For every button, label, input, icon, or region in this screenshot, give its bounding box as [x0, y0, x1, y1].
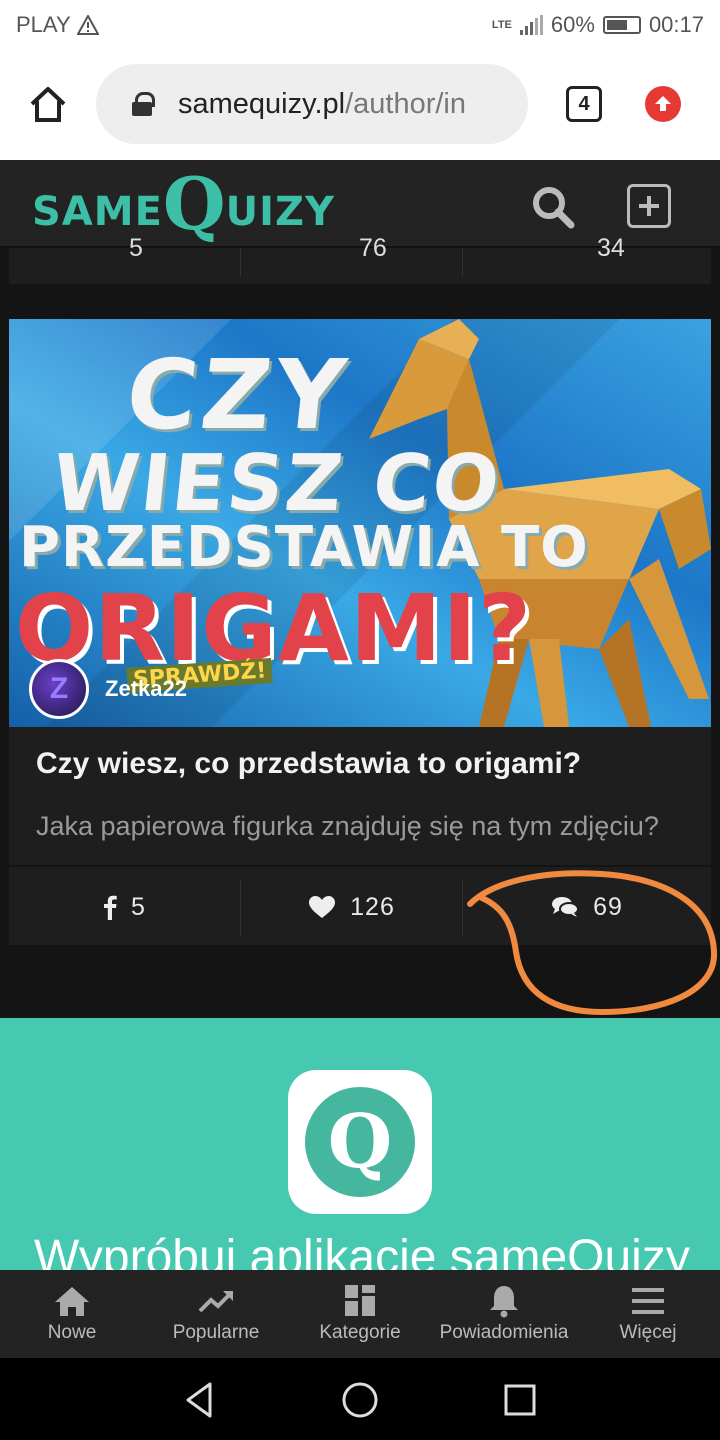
- url-bar[interactable]: samequizy.pl/author/in: [96, 64, 528, 144]
- network-label: LTE: [491, 19, 512, 31]
- carrier-label: PLAY: [16, 12, 71, 37]
- thumb-text-line3: PRZEDSTAWIA TO: [19, 515, 589, 580]
- nav-item-wiecej[interactable]: Więcej: [576, 1270, 720, 1358]
- like-button[interactable]: 126: [241, 879, 463, 935]
- status-right: LTE 60% 00:17: [492, 12, 704, 38]
- quiz-card[interactable]: CZY WIESZ CO PRZEDSTAWIA TO ORIGAMI? SPR…: [9, 319, 711, 945]
- comments-button[interactable]: 69: [463, 879, 711, 935]
- quiz-thumbnail[interactable]: CZY WIESZ CO PRZEDSTAWIA TO ORIGAMI? SPR…: [9, 319, 711, 727]
- quiz-stats: 5 126 69: [9, 865, 711, 945]
- app-icon-letter: Q: [305, 1087, 415, 1197]
- menu-icon: [632, 1288, 664, 1314]
- nav-label-kategorie: Kategorie: [319, 1322, 401, 1343]
- warning-icon: [76, 15, 99, 35]
- prev-share-count: 5: [129, 234, 143, 262]
- author[interactable]: Z Zetka22: [29, 659, 187, 719]
- trending-icon: [198, 1291, 233, 1313]
- logo-part-same: SAME: [32, 189, 163, 235]
- share-count: 5: [131, 892, 146, 921]
- grid-icon: [345, 1285, 375, 1316]
- nav-label-wiecej: Więcej: [619, 1322, 677, 1343]
- nav-item-popularne[interactable]: Popularne: [144, 1270, 288, 1358]
- samequizy-app-icon[interactable]: Q: [288, 1070, 432, 1214]
- browser-toolbar: samequizy.pl/author/in 4: [0, 50, 720, 160]
- system-navigation-bar: [0, 1358, 720, 1440]
- battery-icon: [602, 16, 641, 34]
- heart-icon: [309, 896, 336, 918]
- avatar[interactable]: Z: [29, 659, 89, 719]
- url-path: /author/in: [345, 87, 467, 120]
- app-promo-banner[interactable]: Q Wypróbuj aplikację sameQuizy: [0, 1018, 720, 1270]
- quiz-description: Jaka papierowa figurka znajduję się na t…: [36, 811, 659, 841]
- clock: 00:17: [648, 12, 704, 37]
- signal-icon: [519, 15, 543, 35]
- prev-share-stat[interactable]: 5: [9, 234, 241, 276]
- nav-item-powiadomienia[interactable]: Powiadomienia: [432, 1270, 576, 1358]
- like-count: 126: [350, 892, 395, 921]
- logo-part-q: Q: [162, 161, 226, 246]
- tab-switcher-button[interactable]: 4: [566, 86, 602, 122]
- nav-label-nowe: Nowe: [47, 1322, 97, 1343]
- home-circle-icon[interactable]: [340, 1380, 380, 1420]
- comments-icon: [552, 897, 580, 917]
- url-domain: samequizy.pl: [178, 87, 346, 120]
- previous-card-stats: 5 76 34: [9, 234, 711, 284]
- recents-icon[interactable]: [500, 1380, 540, 1420]
- prev-like-count: 76: [359, 234, 387, 262]
- prev-like-stat[interactable]: 76: [241, 234, 463, 276]
- home-icon[interactable]: [26, 82, 70, 126]
- bell-icon: [490, 1286, 518, 1318]
- battery-percent: 60%: [550, 12, 595, 37]
- quiz-title[interactable]: Czy wiesz, co przedstawia to origami?: [36, 747, 581, 781]
- logo-part-uizy: UIZY: [225, 189, 335, 235]
- bottom-navigation: Nowe Popularne Kategorie Powiadomienia W…: [0, 1270, 720, 1358]
- share-button[interactable]: 5: [9, 879, 241, 935]
- arrow-up-icon: [655, 96, 671, 111]
- add-quiz-button[interactable]: [627, 184, 671, 228]
- update-button[interactable]: [645, 86, 681, 122]
- nav-label-powiadomienia: Powiadomienia: [439, 1322, 569, 1343]
- facebook-icon: [104, 895, 117, 920]
- nav-item-nowe[interactable]: Nowe: [0, 1270, 144, 1358]
- prev-comment-stat[interactable]: 34: [463, 234, 711, 276]
- carrier: PLAY: [16, 12, 99, 38]
- author-name[interactable]: Zetka22: [105, 676, 187, 702]
- thumb-text-line1: CZY: [121, 339, 355, 451]
- promo-text[interactable]: Wypróbuj aplikację sameQuizy: [34, 1230, 690, 1270]
- comment-count: 69: [593, 892, 623, 921]
- home-icon: [55, 1287, 89, 1316]
- search-icon[interactable]: [530, 184, 576, 230]
- prev-comment-count: 34: [597, 234, 625, 262]
- lock-icon: [132, 92, 155, 116]
- status-bar: PLAY LTE 60% 00:17: [0, 0, 720, 50]
- back-icon[interactable]: [180, 1380, 220, 1420]
- nav-item-kategorie[interactable]: Kategorie: [288, 1270, 432, 1358]
- samequizy-logo[interactable]: SAME Q UIZY: [32, 166, 335, 242]
- nav-label-popularne: Popularne: [172, 1322, 260, 1343]
